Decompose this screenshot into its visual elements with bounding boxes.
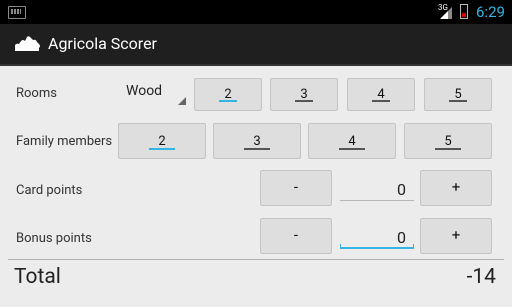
room-material-spinner[interactable]: Wood — [118, 79, 188, 107]
app-logo-icon — [15, 36, 40, 51]
rooms-label: Rooms — [16, 86, 57, 101]
minus-label: - — [293, 178, 299, 196]
unselected-indicator — [372, 100, 390, 102]
bonus-points-label: Bonus points — [16, 231, 92, 246]
selected-indicator — [149, 148, 175, 150]
family-button-label: 5 — [444, 134, 452, 149]
app-title: Agricola Scorer — [48, 34, 157, 53]
total-value: -14 — [466, 265, 496, 289]
family-button-5[interactable]: 5 — [404, 123, 492, 159]
action-bar: Agricola Scorer — [0, 24, 512, 66]
divider — [8, 259, 504, 260]
input-underline-focused — [340, 244, 414, 249]
selected-indicator — [219, 100, 237, 102]
family-button-label: 3 — [253, 134, 261, 149]
battery-icon — [460, 4, 468, 19]
room-material-value: Wood — [126, 83, 163, 99]
bonus-points-plus-button[interactable]: + — [420, 218, 492, 254]
unselected-indicator — [449, 100, 467, 102]
minus-label: - — [293, 226, 299, 244]
clock: 6:29 — [476, 3, 505, 21]
family-button-4[interactable]: 4 — [308, 123, 396, 159]
unselected-indicator — [295, 100, 313, 102]
signal-icon — [440, 7, 452, 19]
card-points-plus-button[interactable]: + — [420, 170, 492, 206]
keyboard-icon — [8, 6, 26, 19]
family-button-label: 2 — [158, 134, 166, 149]
card-points-label: Card points — [16, 183, 83, 198]
card-points-minus-button[interactable]: - — [260, 170, 332, 206]
rooms-button-3[interactable]: 3 — [270, 78, 338, 111]
family-button-label: 4 — [348, 134, 356, 149]
family-button-3[interactable]: 3 — [213, 123, 301, 159]
plus-label: + — [451, 226, 461, 244]
plus-label: + — [451, 178, 461, 196]
input-underline — [340, 200, 414, 201]
family-members-label: Family members — [16, 134, 113, 149]
bonus-points-value: 0 — [397, 228, 406, 247]
rooms-button-5[interactable]: 5 — [424, 78, 492, 111]
rooms-button-4[interactable]: 4 — [347, 78, 415, 111]
card-points-value: 0 — [397, 180, 406, 199]
unselected-indicator — [435, 148, 461, 150]
status-bar: 3G 6:29 — [0, 0, 512, 24]
total-label: Total — [14, 265, 61, 289]
unselected-indicator — [339, 148, 365, 150]
bonus-points-minus-button[interactable]: - — [260, 218, 332, 254]
spinner-caret-icon — [178, 97, 186, 105]
bonus-points-input[interactable]: 0 — [340, 223, 414, 251]
family-button-2[interactable]: 2 — [118, 123, 206, 159]
rooms-button-2[interactable]: 2 — [194, 78, 262, 111]
unselected-indicator — [244, 148, 270, 150]
card-points-input[interactable]: 0 — [340, 175, 414, 203]
